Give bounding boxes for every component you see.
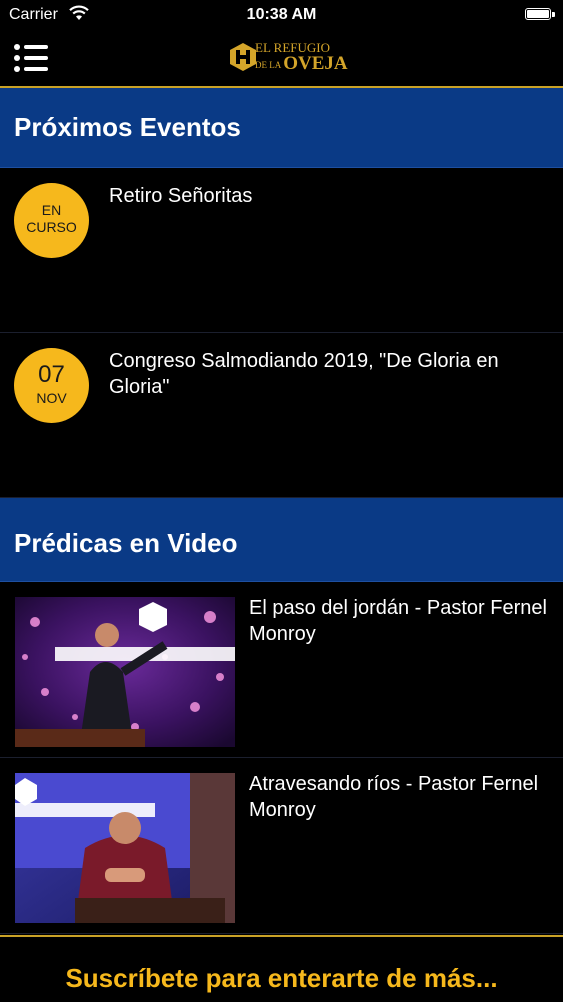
subscribe-label: Suscríbete para enterarte de más... bbox=[65, 963, 498, 993]
event-badge-day: 07 bbox=[38, 361, 65, 388]
logo-mark-icon bbox=[230, 43, 256, 71]
battery-icon bbox=[525, 8, 551, 20]
videos-section-header: Prédicas en Video bbox=[0, 498, 563, 582]
event-title: Congreso Salmodiando 2019, "De Gloria en… bbox=[109, 350, 499, 398]
video-item[interactable]: Atravesando ríos - Pastor Fernel Monroy bbox=[0, 758, 563, 934]
logo-text-line2: DE LA OVEJA bbox=[255, 53, 348, 74]
video-title: Atravesando ríos - Pastor Fernel Monroy bbox=[249, 773, 539, 821]
event-item[interactable]: EN CURSO Retiro Señoritas bbox=[0, 168, 563, 333]
app-logo: EL REFUGIO DE LA OVEJA bbox=[224, 38, 348, 76]
video-title: El paso del jordán - Pastor Fernel Monro… bbox=[249, 597, 547, 645]
video-thumbnail bbox=[15, 773, 235, 923]
event-badge-bottom: CURSO bbox=[26, 219, 77, 235]
event-item[interactable]: 07 NOV Congreso Salmodiando 2019, "De Gl… bbox=[0, 333, 563, 498]
events-section-title: Próximos Eventos bbox=[14, 112, 241, 142]
event-badge-top: EN bbox=[41, 202, 62, 218]
status-bar: Carrier 10:38 AM bbox=[0, 0, 563, 30]
clock: 10:38 AM bbox=[246, 6, 317, 23]
video-thumbnail bbox=[15, 597, 235, 747]
menu-icon[interactable] bbox=[14, 43, 50, 73]
event-date-badge: 07 NOV bbox=[14, 348, 89, 423]
events-section-header: Próximos Eventos bbox=[0, 88, 563, 168]
nav-bar: EL REFUGIO DE LA OVEJA bbox=[0, 30, 563, 88]
event-title: Retiro Señoritas bbox=[109, 185, 253, 207]
video-item[interactable]: El paso del jordán - Pastor Fernel Monro… bbox=[0, 582, 563, 758]
videos-section-title: Prédicas en Video bbox=[14, 528, 238, 558]
event-date-badge: EN CURSO bbox=[14, 183, 89, 258]
event-badge-month: NOV bbox=[36, 390, 67, 406]
subscribe-banner[interactable]: Suscríbete para enterarte de más... bbox=[0, 935, 563, 1002]
battery-cap bbox=[552, 12, 555, 17]
